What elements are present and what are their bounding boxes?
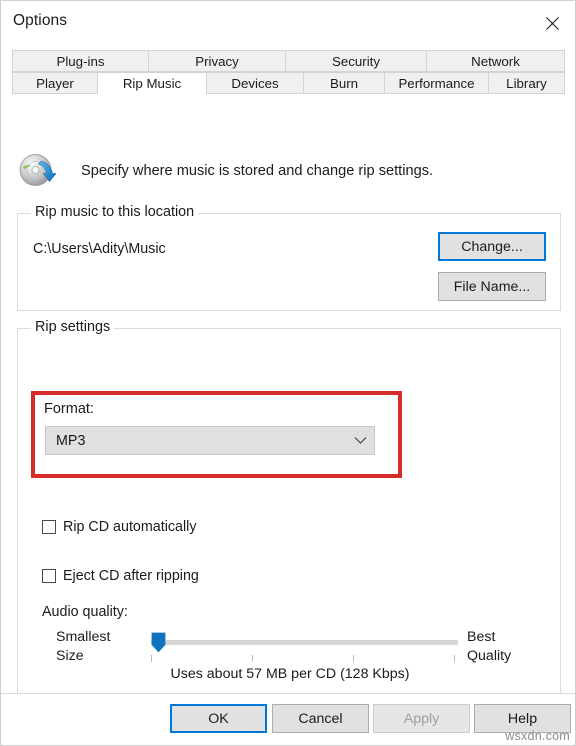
rip-settings-group: Rip settings Format: MP3 Rip CD automati…: [17, 319, 561, 706]
rip-location-group: Rip music to this location C:\Users\Adit…: [17, 204, 561, 311]
chevron-down-icon: [346, 436, 374, 445]
tab-network[interactable]: Network: [426, 50, 565, 72]
rip-location-path: C:\Users\Adity\Music: [33, 241, 166, 257]
title-bar: Options: [1, 1, 575, 46]
audio-quality-label: Audio quality:: [42, 604, 128, 620]
options-dialog: Options Plug-ins Privacy Security Network P…: [0, 0, 576, 746]
rip-cd-automatically-checkbox[interactable]: Rip CD automatically: [42, 519, 196, 535]
rip-settings-legend: Rip settings: [31, 319, 115, 335]
tab-privacy[interactable]: Privacy: [148, 50, 285, 72]
slider-ticks: [151, 655, 458, 662]
slider-tick: [251, 655, 253, 662]
ok-button[interactable]: OK: [170, 704, 267, 733]
rip-location-legend: Rip music to this location: [31, 204, 199, 220]
audio-quality-max-label: Best Quality: [467, 628, 511, 666]
format-label: Format:: [44, 401, 94, 417]
close-button[interactable]: [529, 1, 575, 46]
slider-track: [151, 640, 458, 645]
audio-quality-min-line2: Size: [56, 648, 84, 664]
change-button[interactable]: Change...: [438, 232, 546, 261]
checkbox-box: [42, 569, 56, 583]
tab-rip-music[interactable]: Rip Music: [97, 72, 206, 94]
tab-strip: Plug-ins Privacy Security Network Player Rip…: [12, 50, 565, 95]
tab-security[interactable]: Security: [285, 50, 426, 72]
tab-devices[interactable]: Devices: [206, 72, 303, 94]
eject-cd-after-ripping-checkbox[interactable]: Eject CD after ripping: [42, 568, 199, 584]
audio-quality-note: Uses about 57 MB per CD (128 Kbps): [170, 666, 410, 682]
audio-quality-min-label: Smallest Size: [56, 628, 110, 666]
slider-tick: [453, 655, 455, 662]
audio-quality-max-line1: Best: [467, 629, 496, 645]
audio-quality-min-line1: Smallest: [56, 629, 111, 645]
dialog-client-area: Plug-ins Privacy Security Network Player Rip…: [1, 46, 575, 745]
checkbox-label: Eject CD after ripping: [63, 568, 199, 584]
checkbox-label: Rip CD automatically: [63, 519, 197, 535]
slider-tick: [151, 655, 152, 662]
format-select[interactable]: MP3: [45, 426, 375, 455]
tab-burn[interactable]: Burn: [303, 72, 384, 94]
format-select-value: MP3: [56, 432, 86, 449]
page-description: Specify where music is stored and change…: [81, 163, 434, 179]
close-icon: [545, 17, 559, 30]
window-title: Options: [13, 12, 68, 29]
tab-player[interactable]: Player: [12, 72, 97, 94]
apply-button: Apply: [373, 704, 470, 733]
cd-rip-icon: [17, 150, 59, 192]
tab-row-bottom: Player Rip Music Devices Burn Performance Lib…: [12, 72, 565, 94]
rip-music-page: Specify where music is stored and change…: [1, 94, 575, 745]
slider-thumb[interactable]: [151, 632, 166, 653]
cancel-button[interactable]: Cancel: [272, 704, 369, 733]
watermark: wsxdn.com: [505, 729, 570, 743]
file-name-button[interactable]: File Name...: [438, 272, 546, 301]
tab-library[interactable]: Library: [488, 72, 565, 94]
checkbox-box: [42, 520, 56, 534]
dialog-footer: OK Cancel Apply Help wsxdn.com: [1, 693, 575, 745]
page-header: Specify where music is stored and change…: [17, 150, 433, 192]
audio-quality-slider[interactable]: [143, 629, 463, 665]
tab-row-top: Plug-ins Privacy Security Network: [12, 50, 565, 72]
audio-quality-max-line2: Quality: [467, 648, 512, 664]
slider-tick: [352, 655, 354, 662]
tab-performance[interactable]: Performance: [384, 72, 488, 94]
tab-plug-ins[interactable]: Plug-ins: [12, 50, 148, 72]
